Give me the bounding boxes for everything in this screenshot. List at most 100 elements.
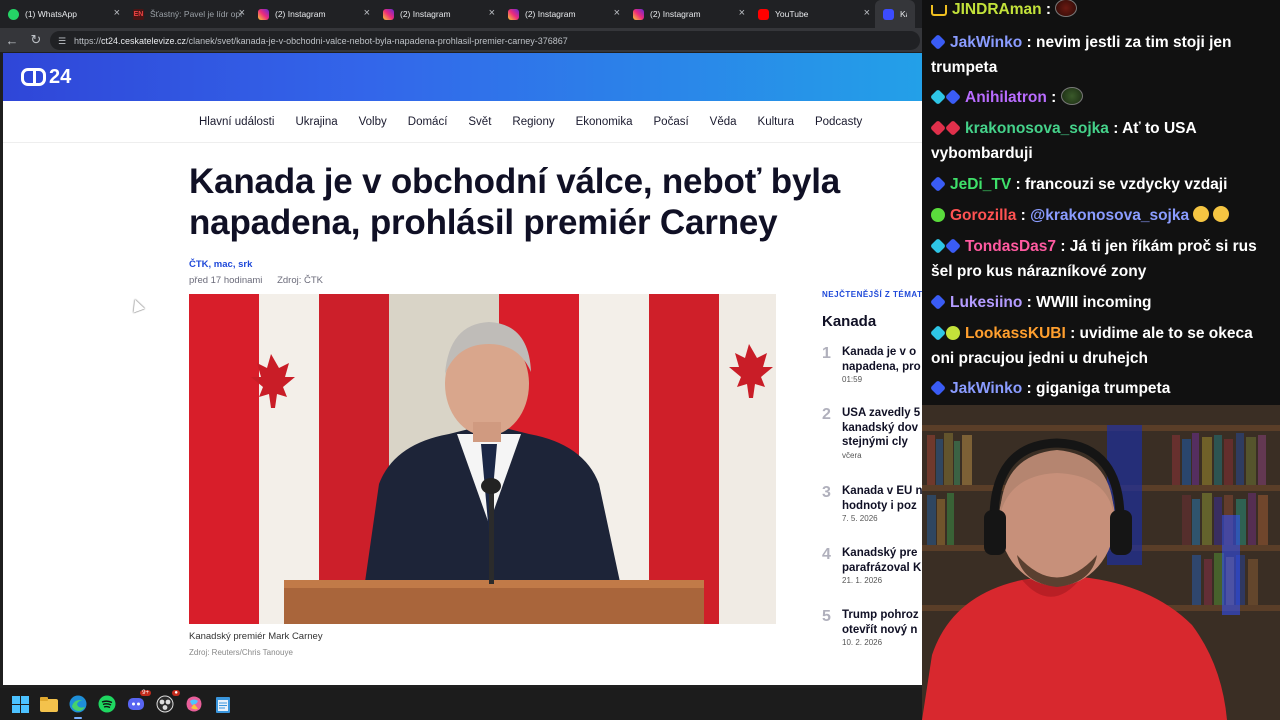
browser-tab[interactable]: YouTube × — [750, 0, 875, 28]
close-tab-icon[interactable]: × — [739, 7, 745, 19]
whatsapp-icon — [8, 8, 19, 20]
sidebar-article-date: 01:59 — [842, 375, 863, 384]
site-info-icon[interactable]: ☰ — [58, 36, 68, 46]
close-tab-icon[interactable]: × — [864, 7, 870, 19]
instagram-icon — [633, 8, 644, 20]
file-explorer-icon[interactable] — [39, 694, 59, 714]
tab-title: Šťastný: Pavel je lídr opo — [150, 9, 242, 19]
chat-username[interactable]: Lukesiino — [950, 294, 1022, 311]
chat-username[interactable]: JakWinko — [950, 380, 1022, 397]
browser-tab[interactable]: (2) Instagram × — [625, 0, 750, 28]
windows-start-icon[interactable] — [10, 694, 30, 714]
photo-carney-flags — [189, 294, 776, 624]
tab-title: (2) Instagram — [400, 9, 451, 19]
nav-link[interactable]: Ekonomika — [576, 116, 633, 128]
chat-username[interactable]: krakonosova_sojka — [965, 120, 1109, 137]
chat-username[interactable]: TondasDas7 — [965, 238, 1056, 255]
nav-link[interactable]: Hlavní události — [199, 116, 274, 128]
nav-link[interactable]: Ukrajina — [295, 116, 337, 128]
taskbar: 9+ ● — [0, 688, 922, 720]
chat-badges — [931, 208, 945, 222]
grin-emoji-icon — [1213, 206, 1230, 222]
notification-badge: 9+ — [140, 690, 151, 696]
close-tab-icon[interactable]: × — [614, 7, 620, 19]
chat-message: JeDi_TV : francouzi se vzdycky vzdaji — [930, 172, 1276, 197]
nav-link[interactable]: Svět — [468, 116, 491, 128]
chat-username[interactable]: Anihilatron — [965, 89, 1047, 106]
grin-emoji-icon — [1193, 206, 1210, 222]
rank-number: 3 — [822, 484, 831, 501]
nav-link[interactable]: Počasí — [654, 116, 689, 128]
article-authors[interactable]: ČTK, mac, srk — [189, 259, 252, 270]
spotify-icon[interactable] — [97, 694, 117, 714]
chat-username[interactable]: JINDRAman — [952, 1, 1042, 18]
tab-title: (1) WhatsApp — [25, 9, 77, 19]
address-bar[interactable]: ☰ https://ct24.ceskatelevize.cz/clanek/s… — [50, 31, 920, 50]
nav-link[interactable]: Domácí — [408, 116, 448, 128]
article-time: před 17 hodinami — [189, 275, 263, 286]
browser-tab[interactable]: EN Šťastný: Pavel je lídr opo × — [125, 0, 250, 28]
obs-icon[interactable]: ● — [155, 690, 180, 714]
browser-tab[interactable]: (2) Instagram × — [500, 0, 625, 28]
red-badge-icon — [945, 120, 961, 136]
chat-badges — [930, 294, 946, 310]
close-tab-icon[interactable]: × — [364, 7, 370, 19]
web-page: 24 Hlavní události Ukrajina Volby Domácí Svě… — [3, 53, 922, 685]
close-tab-icon[interactable]: × — [489, 7, 495, 19]
chat-badges — [930, 34, 946, 50]
tab-title: (2) Instagram — [525, 9, 576, 19]
chat-username[interactable]: Gorozilla — [950, 207, 1016, 224]
ct-logo-icon — [21, 68, 46, 86]
blue-badge-icon — [930, 34, 946, 50]
edge-browser-icon[interactable] — [68, 694, 88, 719]
nav-link[interactable]: Kultura — [758, 116, 794, 128]
browser-tab[interactable]: (2) Instagram × — [250, 0, 375, 28]
lime-badge-icon — [946, 326, 960, 340]
chat-username[interactable]: LookassKUBI — [965, 325, 1066, 342]
browser-tab[interactable]: (2) Instagram × — [375, 0, 500, 28]
crown-badge-icon — [931, 5, 947, 16]
nav-link[interactable]: Podcasty — [815, 116, 862, 128]
chat-message: JINDRAman : — [931, 0, 1276, 22]
nav-link[interactable]: Volby — [359, 116, 387, 128]
close-tab-icon[interactable]: × — [114, 7, 120, 19]
ct24-logo[interactable]: 24 — [21, 66, 71, 89]
chat-badges — [930, 380, 946, 396]
nav-link[interactable]: Regiony — [512, 116, 554, 128]
chat-text: : giganiga trumpeta — [1022, 380, 1171, 397]
main-navigation: Hlavní události Ukrajina Volby Domácí Svět Re… — [3, 101, 922, 143]
red-badge-icon — [930, 120, 946, 136]
notepad-icon[interactable] — [213, 694, 233, 714]
article-headline: Kanada je v obchodní válce, neboť byla n… — [189, 162, 841, 242]
close-tab-icon[interactable]: × — [239, 7, 245, 19]
webcam-feed — [922, 405, 1280, 720]
copilot-icon[interactable] — [184, 694, 204, 714]
article-photo[interactable] — [189, 294, 776, 624]
chat-message: JakWinko : giganiga trumpeta — [930, 376, 1276, 401]
browser-tab[interactable]: Kana — [875, 0, 915, 28]
chat-username[interactable]: JakWinko — [950, 34, 1022, 51]
back-icon[interactable]: ← — [0, 28, 24, 52]
chat-badges — [930, 176, 946, 192]
tab-title: (2) Instagram — [275, 9, 326, 19]
cyan-badge-icon — [930, 238, 946, 254]
nav-link[interactable]: Věda — [710, 116, 737, 128]
browser-toolbar: ← ↻ ☰ https://ct24.ceskatelevize.cz/clan… — [0, 28, 922, 52]
stream-chat-overlay: JINDRAman : JakWinko : nevim jestli za t… — [922, 0, 1280, 405]
chat-badges — [930, 325, 960, 341]
chat-message: LookassKUBI : uvidime ale to se okeca on… — [930, 321, 1276, 371]
chat-message: krakonosova_sojka : Ať to USA vybombardu… — [930, 116, 1276, 166]
chat-mention[interactable]: @krakonosova_sojka — [1030, 207, 1189, 224]
reload-icon[interactable]: ↻ — [24, 28, 48, 52]
photo-caption: Kanadský premiér Mark Carney — [189, 631, 323, 642]
browser-tab[interactable]: (1) WhatsApp × — [0, 0, 125, 28]
blue-badge-icon — [945, 89, 961, 105]
rank-number: 5 — [822, 608, 831, 625]
sidebar-title[interactable]: Kanada — [822, 313, 922, 330]
discord-icon[interactable]: 9+ — [126, 690, 151, 714]
record-badge: ● — [172, 690, 180, 696]
chat-message: JakWinko : nevim jestli za tim stoji jen… — [930, 30, 1276, 80]
chat-emote-icon — [1055, 0, 1078, 17]
blue-badge-icon — [930, 380, 946, 396]
chat-username[interactable]: JeDi_TV — [950, 176, 1011, 193]
